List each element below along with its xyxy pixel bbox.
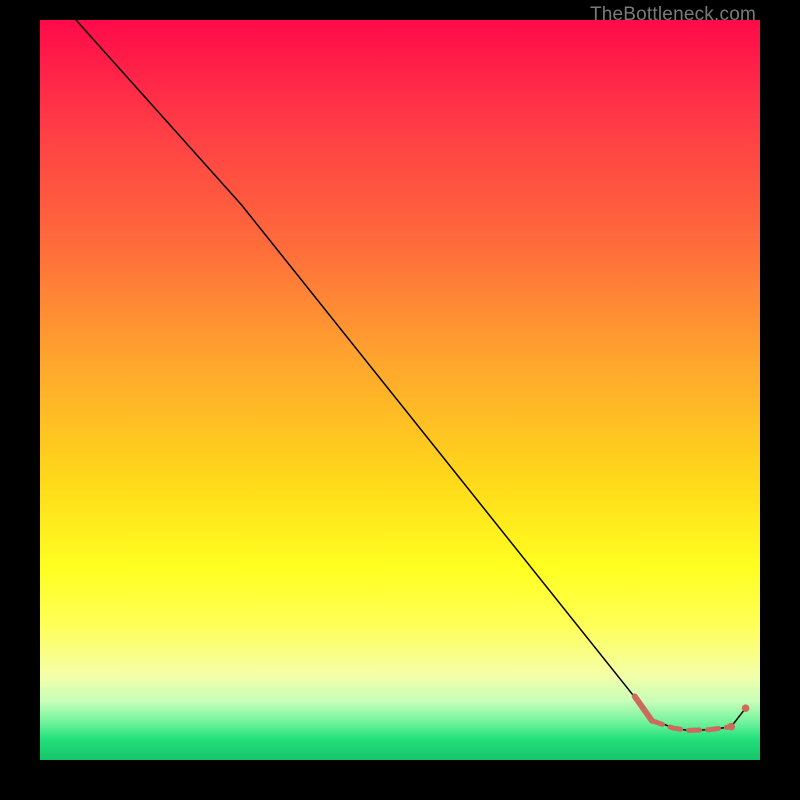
plot-area [40,20,760,760]
series-tail-thick [635,696,652,720]
tail-marker-point [727,723,735,731]
chart-frame: TheBottleneck.com [0,0,800,800]
tail-dashed-path [652,721,731,731]
chart-svg [40,20,760,760]
series-main-curve [76,20,746,730]
main-curve-path [76,20,746,730]
series-tail-dashed [652,721,731,731]
tail-thick-path [635,696,652,720]
tail-marker-point [742,704,750,712]
